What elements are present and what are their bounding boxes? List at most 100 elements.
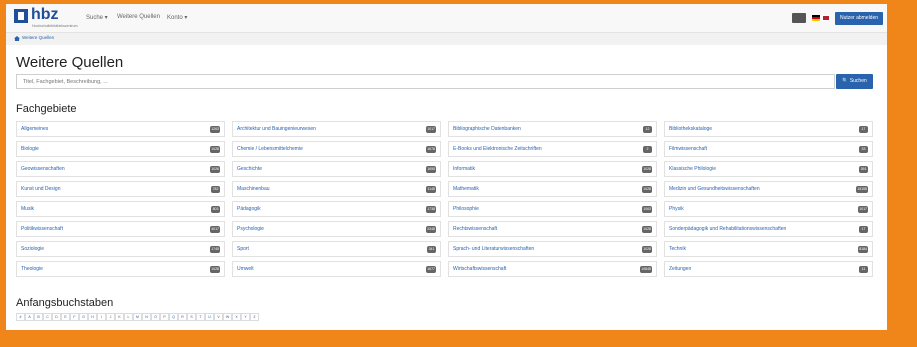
subject-item[interactable]: Politikwissenschaft 4017 bbox=[16, 221, 225, 237]
letter-button[interactable]: S bbox=[187, 313, 196, 321]
letter-button[interactable]: # bbox=[16, 313, 25, 321]
subject-item[interactable]: Allgemeines 1263 bbox=[16, 121, 225, 137]
subject-label[interactable]: Technik bbox=[669, 246, 686, 252]
letter-button[interactable]: L bbox=[124, 313, 133, 321]
subject-label[interactable]: Filmwissenschaft bbox=[669, 146, 707, 152]
letter-button[interactable]: P bbox=[160, 313, 169, 321]
subject-label[interactable]: Physik bbox=[669, 206, 684, 212]
subject-item[interactable]: Soziologie 1745 bbox=[16, 241, 225, 257]
german-flag-icon[interactable] bbox=[812, 15, 820, 21]
subject-item[interactable]: Sonderpädagogik und Rehabilitationswisse… bbox=[664, 221, 873, 237]
letter-button[interactable]: A bbox=[25, 313, 34, 321]
subject-item[interactable]: Kunst und Design 782 bbox=[16, 181, 225, 197]
subject-item[interactable]: Filmwissenschaft 33 bbox=[664, 141, 873, 157]
subject-label[interactable]: Biologie bbox=[21, 146, 39, 152]
search-button[interactable]: 🔍 Suchen bbox=[836, 74, 873, 89]
subject-label[interactable]: Maschinenbau bbox=[237, 186, 270, 192]
letter-button[interactable]: E bbox=[61, 313, 70, 321]
subject-label[interactable]: Sonderpädagogik und Rehabilitationswisse… bbox=[669, 226, 786, 232]
subject-item[interactable]: Pädagogik 1738 bbox=[232, 201, 441, 217]
subject-label[interactable]: Politikwissenschaft bbox=[21, 226, 63, 232]
search-input[interactable] bbox=[16, 74, 835, 89]
letter-button[interactable]: G bbox=[79, 313, 88, 321]
subject-item[interactable]: Maschinenbau 1145 bbox=[232, 181, 441, 197]
nav-konto-dropdown[interactable]: Konto ▾ bbox=[167, 14, 187, 21]
subject-item[interactable]: Architektur und Bauingenieurwesen 1017 bbox=[232, 121, 441, 137]
nav-weitere-quellen[interactable]: Weitere Quellen bbox=[117, 14, 160, 20]
letter-button[interactable]: B bbox=[34, 313, 43, 321]
subject-label[interactable]: Klassische Philologie bbox=[669, 166, 716, 172]
subject-label[interactable]: Geowissenschaften bbox=[21, 166, 65, 172]
subject-item[interactable]: Sport 341 bbox=[232, 241, 441, 257]
subject-item[interactable]: Mathematik 1028 bbox=[448, 181, 657, 197]
letter-button[interactable]: T bbox=[196, 313, 205, 321]
subject-item[interactable]: Theologie 1028 bbox=[16, 261, 225, 277]
subject-item[interactable]: Bibliothekskataloge 17 bbox=[664, 121, 873, 137]
subject-label[interactable]: Mathematik bbox=[453, 186, 479, 192]
subject-label[interactable]: E-Books und Elektronische Zeitschriften bbox=[453, 146, 542, 152]
letter-button[interactable]: H bbox=[88, 313, 97, 321]
letter-button[interactable]: V bbox=[214, 313, 223, 321]
subject-label[interactable]: Bibliographische Datenbanken bbox=[453, 126, 521, 132]
subject-label[interactable]: Pädagogik bbox=[237, 206, 261, 212]
subject-item[interactable]: Bibliographische Datenbanken 12 bbox=[448, 121, 657, 137]
letter-button[interactable]: Y bbox=[241, 313, 250, 321]
subject-item[interactable]: Psychologie 2348 bbox=[232, 221, 441, 237]
subject-label[interactable]: Architektur und Bauingenieurwesen bbox=[237, 126, 316, 132]
subject-item[interactable]: Physik 1017 bbox=[664, 201, 873, 217]
letter-button[interactable]: W bbox=[223, 313, 232, 321]
subject-label[interactable]: Wirtschaftswissenschaft bbox=[453, 266, 506, 272]
subject-label[interactable]: Kunst und Design bbox=[21, 186, 60, 192]
letter-button[interactable]: Z bbox=[250, 313, 259, 321]
subject-label[interactable]: Chemie / Lebensmittelchemie bbox=[237, 146, 303, 152]
subject-item[interactable]: Medizin und Gesundheitswissenschaften 151… bbox=[664, 181, 873, 197]
subject-label[interactable]: Zeitungen bbox=[669, 266, 691, 272]
subject-label[interactable]: Rechtswissenschaft bbox=[453, 226, 497, 232]
logout-button[interactable]: Nutzer abmelden bbox=[835, 12, 883, 25]
subject-item[interactable]: Philosophie 1063 bbox=[448, 201, 657, 217]
home-icon[interactable] bbox=[14, 36, 20, 41]
subject-item[interactable]: Wirtschaftswissenschaft 10845 bbox=[448, 261, 657, 277]
logo-text[interactable]: hbz bbox=[31, 6, 59, 24]
subject-item[interactable]: Biologie 1028 bbox=[16, 141, 225, 157]
subject-item[interactable]: Rechtswissenschaft 1028 bbox=[448, 221, 657, 237]
letter-button[interactable]: M bbox=[133, 313, 142, 321]
letter-button[interactable]: D bbox=[52, 313, 61, 321]
letter-button[interactable]: K bbox=[115, 313, 124, 321]
display-icon[interactable] bbox=[792, 13, 806, 23]
subject-item[interactable]: Chemie / Lebensmittelchemie 1678 bbox=[232, 141, 441, 157]
letter-button[interactable]: X bbox=[232, 313, 241, 321]
hbz-logo-icon[interactable] bbox=[14, 9, 28, 23]
subject-item[interactable]: Sprach- und Literaturwissenschaften 1028 bbox=[448, 241, 657, 257]
subject-item[interactable]: Musik 803 bbox=[16, 201, 225, 217]
subject-label[interactable]: Umwelt bbox=[237, 266, 254, 272]
subject-label[interactable]: Bibliothekskataloge bbox=[669, 126, 712, 132]
nav-suche-dropdown[interactable]: Suche ▾ bbox=[86, 14, 108, 21]
subject-item[interactable]: E-Books und Elektronische Zeitschriften 2 bbox=[448, 141, 657, 157]
letter-button[interactable]: F bbox=[70, 313, 79, 321]
letter-button[interactable]: O bbox=[151, 313, 160, 321]
letter-button[interactable]: I bbox=[97, 313, 106, 321]
subject-item[interactable]: Geowissenschaften 1026 bbox=[16, 161, 225, 177]
letter-button[interactable]: N bbox=[142, 313, 151, 321]
subject-label[interactable]: Allgemeines bbox=[21, 126, 48, 132]
subject-item[interactable]: Umwelt 1677 bbox=[232, 261, 441, 277]
letter-button[interactable]: J bbox=[106, 313, 115, 321]
subject-item[interactable]: Geschichte 1655 bbox=[232, 161, 441, 177]
letter-button[interactable]: U bbox=[205, 313, 214, 321]
subject-item[interactable]: Technik 8184 bbox=[664, 241, 873, 257]
subject-label[interactable]: Sport bbox=[237, 246, 249, 252]
subject-label[interactable]: Informatik bbox=[453, 166, 475, 172]
subject-label[interactable]: Medizin und Gesundheitswissenschaften bbox=[669, 186, 760, 192]
subject-label[interactable]: Philosophie bbox=[453, 206, 479, 212]
subject-item[interactable]: Klassische Philologie 391 bbox=[664, 161, 873, 177]
subject-item[interactable]: Zeitungen 11 bbox=[664, 261, 873, 277]
letter-button[interactable]: R bbox=[178, 313, 187, 321]
letter-button[interactable]: C bbox=[43, 313, 52, 321]
subject-label[interactable]: Musik bbox=[21, 206, 34, 212]
subject-label[interactable]: Soziologie bbox=[21, 246, 44, 252]
subject-label[interactable]: Psychologie bbox=[237, 226, 264, 232]
breadcrumb-current[interactable]: Weitere Quellen bbox=[22, 35, 54, 40]
subject-label[interactable]: Theologie bbox=[21, 266, 43, 272]
subject-label[interactable]: Geschichte bbox=[237, 166, 262, 172]
